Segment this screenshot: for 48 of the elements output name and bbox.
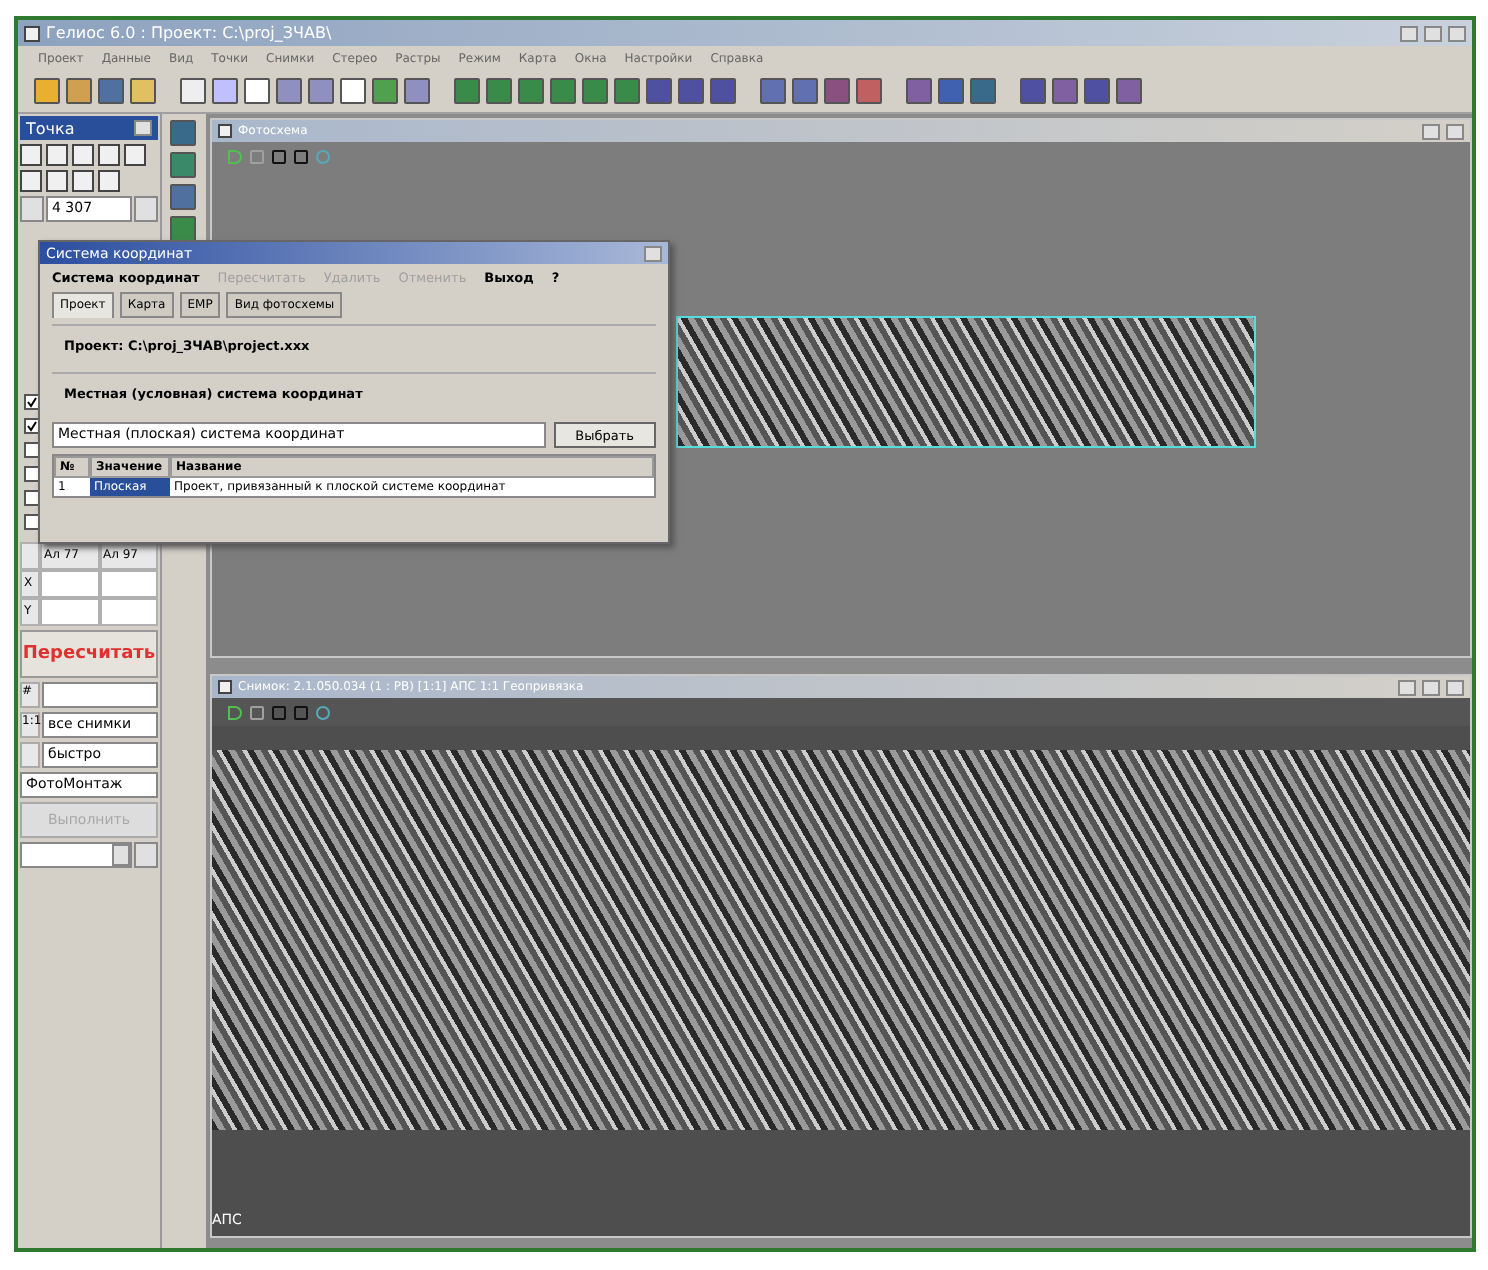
window-title: Гелиос 6.0 : Проект: C:\proj_ЗЧАВ\: [46, 24, 334, 42]
toolbar-tool-icon[interactable]: [130, 78, 156, 104]
toolbar-tool-icon[interactable]: [66, 78, 92, 104]
step-button[interactable]: [134, 196, 158, 222]
square-icon[interactable]: [272, 705, 286, 719]
app-icon: [24, 25, 40, 41]
window-icon: [218, 680, 232, 694]
circle-icon[interactable]: [316, 705, 330, 719]
toolbar-tool-icon[interactable]: [34, 78, 60, 104]
toolbar-tool-icon[interactable]: [244, 78, 270, 104]
table-cell: [99, 570, 158, 598]
tool-icon[interactable]: [46, 170, 68, 192]
recalculate-button[interactable]: Пересчитать: [20, 630, 158, 678]
minimize-button[interactable]: [1422, 123, 1440, 139]
table-cell: [40, 598, 99, 626]
tool-icon[interactable]: [20, 170, 42, 192]
square-icon[interactable]: [294, 705, 308, 719]
label-cell: [20, 742, 40, 768]
panel-title: Точка: [26, 119, 77, 137]
window-icon: [218, 124, 232, 138]
close-button[interactable]: [644, 245, 662, 261]
minimize-button[interactable]: [1400, 25, 1418, 41]
browse-button[interactable]: [134, 842, 158, 868]
input-field[interactable]: [42, 682, 158, 708]
dropdown[interactable]: [20, 842, 132, 868]
toolbar-tool-icon[interactable]: [212, 78, 238, 104]
circle-icon[interactable]: [316, 149, 330, 163]
tool-icon[interactable]: [98, 144, 120, 166]
header-corner: [20, 542, 40, 570]
close-button[interactable]: [1446, 679, 1464, 695]
close-button[interactable]: [1448, 25, 1466, 41]
toolbar-tool-icon[interactable]: [340, 78, 366, 104]
maximize-button[interactable]: [1424, 25, 1442, 41]
tool-icon[interactable]: [72, 170, 94, 192]
table-cell: [99, 598, 158, 626]
tool-icon[interactable]: [98, 170, 120, 192]
tool-icon[interactable]: [124, 144, 146, 166]
toolbar-tool-icon[interactable]: [180, 78, 206, 104]
minimize-button[interactable]: [1398, 679, 1416, 695]
square-icon[interactable]: [272, 149, 286, 163]
maximize-button[interactable]: [1422, 679, 1440, 695]
tool-icon[interactable]: [72, 144, 94, 166]
close-button[interactable]: [134, 120, 152, 136]
tool-icon[interactable]: [46, 144, 68, 166]
square-icon[interactable]: [294, 149, 308, 163]
close-button[interactable]: [1446, 123, 1464, 139]
table-cell: [40, 570, 99, 598]
tool-icon[interactable]: [20, 144, 42, 166]
